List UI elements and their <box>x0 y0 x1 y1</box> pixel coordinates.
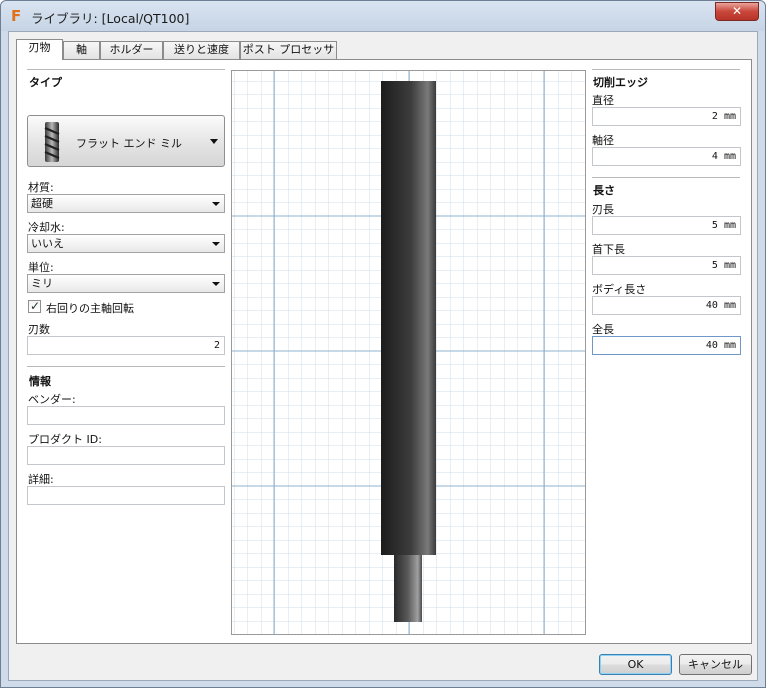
window-title: ライブラリ: [Local/QT100] <box>31 11 190 26</box>
cutting-edge-section-title: 切削エッジ <box>593 76 648 89</box>
coolant-value: いいえ <box>31 237 64 250</box>
title-bar[interactable]: F ライブラリ: [Local/QT100] ✕ <box>1 1 765 31</box>
shoulder-length-input[interactable]: 5 mm <box>592 256 741 275</box>
cancel-button[interactable]: キャンセル <box>679 654 752 675</box>
length-section-title: 長さ <box>593 184 615 197</box>
tool-preview <box>231 70 586 635</box>
chevron-down-icon <box>212 282 220 286</box>
coolant-label: 冷却水: <box>28 221 65 234</box>
flute-length-input[interactable]: 5 mm <box>592 216 741 235</box>
flutes-label: 刃数 <box>28 323 50 336</box>
dialog-window: F ライブラリ: [Local/QT100] ✕ 刃物 軸 ホルダー 送りと速度… <box>0 0 766 688</box>
shank-diameter-input[interactable]: 4 mm <box>592 147 741 166</box>
description-input[interactable] <box>27 486 225 505</box>
tab-holder[interactable]: ホルダー <box>100 41 163 59</box>
material-select[interactable]: 超硬 <box>27 194 225 213</box>
body-length-label: ボディ長さ <box>592 283 647 296</box>
close-button[interactable]: ✕ <box>715 2 759 21</box>
chevron-down-icon <box>212 202 220 206</box>
flutes-input[interactable]: 2 <box>27 336 225 355</box>
tab-post-processor[interactable]: ポスト プロセッサ <box>240 41 337 59</box>
flute-length-label: 刃長 <box>592 203 614 216</box>
unit-label: 単位: <box>28 261 54 274</box>
diameter-label: 直径 <box>592 94 614 107</box>
app-icon: F <box>11 7 22 25</box>
description-label: 詳細: <box>28 473 54 486</box>
clockwise-label: 右回りの主軸回転 <box>46 302 134 315</box>
chevron-down-icon <box>210 139 218 144</box>
tool-type-dropdown[interactable]: フラット エンド ミル <box>27 115 225 167</box>
diameter-input[interactable]: 2 mm <box>592 107 741 126</box>
product-id-input[interactable] <box>27 446 225 465</box>
divider <box>592 177 740 179</box>
overall-length-input[interactable]: 40 mm <box>592 336 741 355</box>
chevron-down-icon <box>212 242 220 246</box>
tool-cutting-edge <box>394 555 422 622</box>
tool-type-label: フラット エンド ミル <box>76 137 182 150</box>
vendor-input[interactable] <box>27 406 225 425</box>
tool-preview-canvas <box>232 71 585 634</box>
info-section-title: 情報 <box>29 375 51 388</box>
overall-length-label: 全長 <box>592 323 614 336</box>
end-mill-icon <box>44 122 60 162</box>
body-length-input[interactable]: 40 mm <box>592 296 741 315</box>
ok-button[interactable]: OK <box>599 654 672 675</box>
clockwise-checkbox[interactable]: ✓ <box>28 299 41 313</box>
material-value: 超硬 <box>31 197 53 210</box>
shoulder-length-label: 首下長 <box>592 243 625 256</box>
unit-select[interactable]: ミリ <box>27 274 225 293</box>
coolant-select[interactable]: いいえ <box>27 234 225 253</box>
type-section-title: タイプ <box>29 76 62 89</box>
tool-shank <box>381 81 436 555</box>
tab-tool[interactable]: 刃物 <box>16 39 63 60</box>
tab-feeds-speeds[interactable]: 送りと速度 <box>163 41 240 59</box>
dialog-client: 刃物 軸 ホルダー 送りと速度 ポスト プロセッサ タイプ フラット エンド ミ… <box>8 31 758 681</box>
checkmark-icon: ✓ <box>30 299 41 313</box>
divider <box>27 69 225 71</box>
product-id-label: プロダクト ID: <box>28 433 102 446</box>
shank-diameter-label: 軸径 <box>592 134 614 147</box>
unit-value: ミリ <box>31 277 53 290</box>
vendor-label: ベンダー: <box>28 393 76 406</box>
divider <box>592 69 740 71</box>
tab-shaft[interactable]: 軸 <box>63 41 100 59</box>
tool-tab-panel: タイプ フラット エンド ミル 材質: 超硬 冷却水: いいえ 単位: ミリ ✓… <box>16 59 752 644</box>
divider <box>27 366 225 368</box>
material-label: 材質: <box>28 181 54 194</box>
